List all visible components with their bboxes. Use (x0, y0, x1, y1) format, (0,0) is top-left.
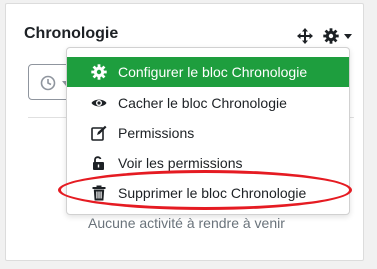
caret-down-icon[interactable] (344, 34, 352, 40)
menu-item-permissions[interactable]: Permissions (67, 118, 349, 148)
menu-item-label: Configurer le bloc Chronologie (118, 64, 308, 80)
trash-icon (92, 185, 106, 201)
gear-icon (91, 64, 107, 80)
unlock-icon (93, 156, 104, 170)
menu-item-delete[interactable]: Supprimer le bloc Chronologie (67, 178, 349, 208)
menu-item-label: Supprimer le bloc Chronologie (118, 185, 307, 201)
edit-icon (91, 125, 107, 141)
move-icon[interactable] (296, 27, 314, 45)
menu-item-configure[interactable]: Configurer le bloc Chronologie (67, 57, 349, 87)
block-actions-menu: Configurer le bloc Chronologie Cacher le… (66, 47, 350, 215)
clock-icon (40, 75, 56, 91)
menu-item-view-permissions[interactable]: Voir les permissions (67, 148, 349, 178)
menu-item-label: Permissions (118, 125, 195, 141)
menu-item-label: Voir les permissions (118, 155, 243, 171)
eye-icon (91, 99, 107, 107)
menu-item-hide[interactable]: Cacher le bloc Chronologie (67, 88, 349, 118)
block-title: Chronologie (24, 25, 119, 42)
empty-state-message: Aucune activité à rendre à venir (88, 215, 285, 231)
gear-icon[interactable] (323, 28, 339, 44)
menu-item-label: Cacher le bloc Chronologie (118, 95, 287, 111)
